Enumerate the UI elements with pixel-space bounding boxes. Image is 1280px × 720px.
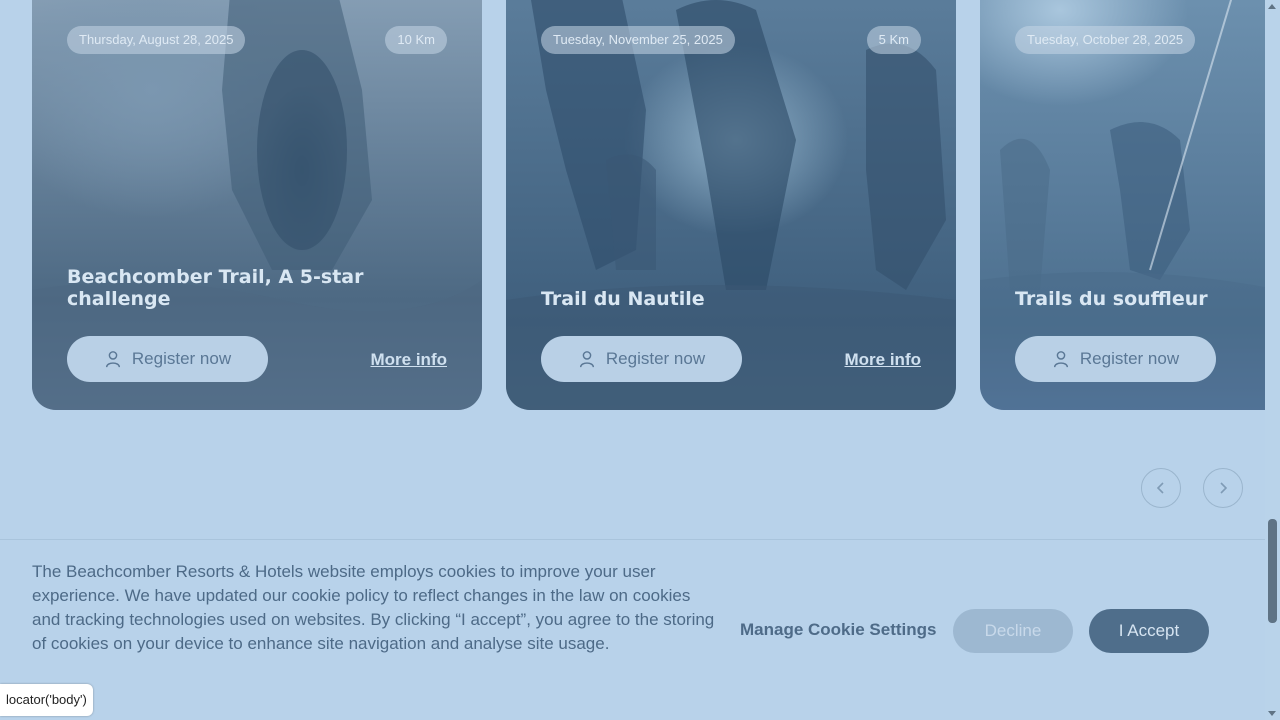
scroll-up-arrow-icon[interactable]: [1268, 4, 1276, 9]
scroll-thumb[interactable]: [1268, 519, 1277, 623]
register-button[interactable]: Register now: [541, 336, 742, 382]
card-title: Trails du souffleur: [1015, 288, 1208, 310]
card-title: Beachcomber Trail, A 5-star challenge: [67, 266, 364, 310]
event-card[interactable]: Thursday, August 28, 2025 10 Km Beachcom…: [32, 0, 482, 410]
date-badge: Tuesday, November 25, 2025: [541, 26, 735, 54]
event-card[interactable]: Tuesday, November 25, 2025 5 Km Trail du…: [506, 0, 956, 410]
scroll-down-arrow-icon[interactable]: [1268, 711, 1276, 716]
register-button[interactable]: Register now: [1015, 336, 1216, 382]
register-label: Register now: [131, 349, 232, 368]
register-label: Register now: [605, 349, 706, 368]
more-info-link[interactable]: More info: [371, 350, 448, 370]
manage-cookie-settings-link[interactable]: Manage Cookie Settings: [740, 620, 936, 640]
decline-button[interactable]: Decline: [953, 609, 1073, 653]
carousel-next-button[interactable]: [1203, 468, 1243, 508]
distance-badge: 10 Km: [385, 26, 447, 54]
carousel-prev-button[interactable]: [1141, 468, 1181, 508]
card-title: Trail du Nautile: [541, 288, 705, 310]
cookie-banner: The Beachcomber Resorts & Hotels website…: [0, 539, 1265, 720]
user-icon: [1053, 351, 1068, 368]
locator-tooltip: locator('body'): [0, 684, 93, 716]
user-icon: [105, 351, 120, 368]
register-label: Register now: [1079, 349, 1180, 368]
vertical-scrollbar[interactable]: [1265, 0, 1280, 720]
chevron-right-icon: [1220, 482, 1228, 494]
date-badge: Thursday, August 28, 2025: [67, 26, 246, 54]
event-card[interactable]: Tuesday, October 28, 2025 Trails du souf…: [980, 0, 1265, 410]
more-info-link[interactable]: More info: [845, 350, 922, 370]
user-icon: [579, 351, 594, 368]
distance-badge: 5 Km: [866, 26, 921, 54]
date-badge: Tuesday, October 28, 2025: [1015, 26, 1196, 54]
accept-button[interactable]: I Accept: [1089, 609, 1209, 653]
page: Thursday, August 28, 2025 10 Km Beachcom…: [0, 0, 1265, 720]
chevron-left-icon: [1156, 482, 1164, 494]
register-button[interactable]: Register now: [67, 336, 268, 382]
cookie-message: The Beachcomber Resorts & Hotels website…: [32, 562, 715, 653]
